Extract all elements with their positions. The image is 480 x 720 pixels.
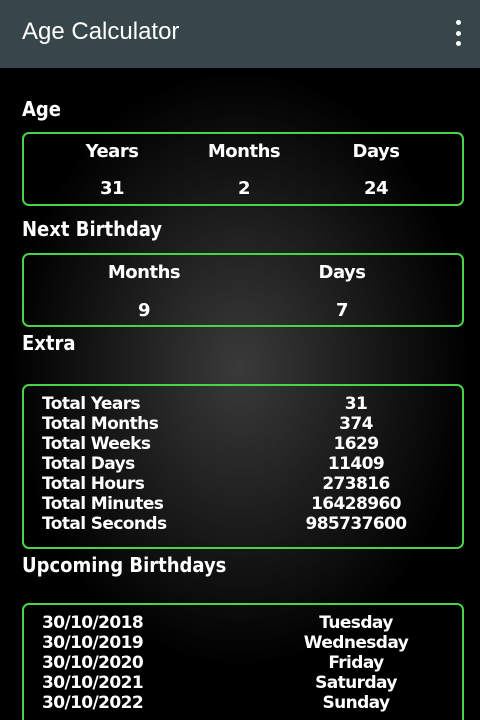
upcoming-date: 30/10/2018 — [42, 613, 144, 633]
app-title: Age Calculator — [22, 18, 180, 45]
extra-card: Total Years Total Months Total Weeks Tot… — [22, 384, 464, 549]
next-birthday-days-header: Days — [318, 262, 366, 283]
extra-value: 1629 — [333, 434, 380, 454]
upcoming-weekday: Wednesday — [303, 633, 409, 653]
upcoming-birthdays-card: 30/10/2018 30/10/2019 30/10/2020 30/10/2… — [22, 603, 464, 720]
upcoming-date: 30/10/2020 — [42, 653, 144, 673]
extra-labels: Total Years Total Months Total Weeks Tot… — [42, 394, 242, 534]
age-days-value: 24 — [363, 178, 389, 199]
next-birthday-card: Months Days 9 7 — [22, 253, 464, 327]
upcoming-birthdays-section-title: Upcoming Birthdays — [22, 553, 227, 577]
next-birthday-section-title: Next Birthday — [22, 217, 163, 241]
extra-label: Total Years — [42, 394, 141, 414]
age-years-header: Years — [85, 141, 139, 162]
extra-label: Total Hours — [42, 474, 145, 494]
more-options-icon[interactable] — [448, 18, 468, 48]
extra-value: 31 — [344, 394, 368, 414]
extra-label: Total Days — [42, 454, 135, 474]
upcoming-date: 30/10/2022 — [42, 693, 144, 713]
upcoming-days: Tuesday Wednesday Friday Saturday Sunday — [286, 613, 426, 713]
age-card: Years Months Days 31 2 24 — [22, 132, 464, 206]
extra-value: 16428960 — [311, 494, 401, 514]
extra-label: Total Months — [42, 414, 159, 434]
upcoming-date: 30/10/2021 — [42, 673, 144, 693]
next-birthday-days-value: 7 — [335, 300, 349, 321]
extra-values: 31 374 1629 11409 273816 16428960 985737… — [286, 394, 426, 534]
upcoming-weekday: Friday — [328, 653, 384, 673]
extra-value: 985737600 — [305, 514, 407, 534]
extra-value: 374 — [339, 414, 373, 434]
age-days-header: Days — [352, 141, 400, 162]
upcoming-dates: 30/10/2018 30/10/2019 30/10/2020 30/10/2… — [42, 613, 242, 713]
extra-label: Total Seconds — [42, 514, 167, 534]
next-birthday-months-header: Months — [107, 262, 181, 283]
upcoming-weekday: Sunday — [322, 693, 390, 713]
extra-label: Total Minutes — [42, 494, 164, 514]
next-birthday-months-value: 9 — [137, 300, 151, 321]
age-months-value: 2 — [237, 178, 251, 199]
age-years-value: 31 — [99, 178, 125, 199]
extra-value: 273816 — [322, 474, 390, 494]
upcoming-date: 30/10/2019 — [42, 633, 144, 653]
upcoming-weekday: Saturday — [315, 673, 397, 693]
age-months-header: Months — [207, 141, 281, 162]
extra-section-title: Extra — [22, 331, 76, 355]
upcoming-weekday: Tuesday — [319, 613, 393, 633]
age-section-title: Age — [22, 97, 62, 121]
extra-label: Total Weeks — [42, 434, 151, 454]
extra-value: 11409 — [327, 454, 385, 474]
app-bar: Age Calculator — [0, 0, 480, 68]
